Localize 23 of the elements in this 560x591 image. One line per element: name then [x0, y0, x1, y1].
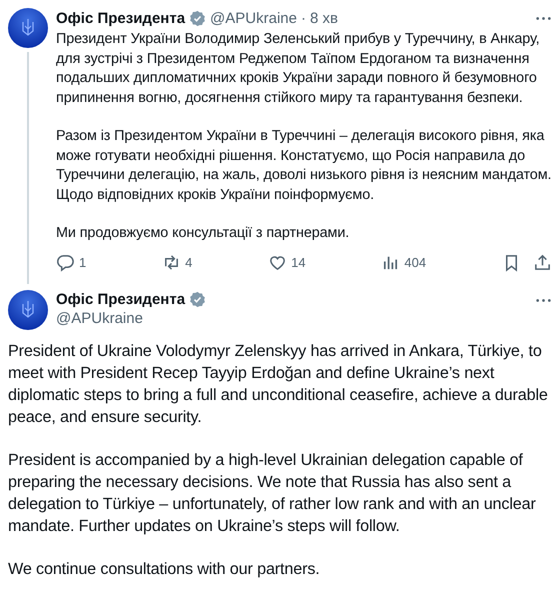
separator: ·	[300, 10, 306, 26]
post-paragraph: Президент України Володимир Зеленський прибув у Туреччину, в Анкару, для зустрічі з Президентом Реджепом Таїпом Ердоганом та визначення подальших дипломатичних кроків України заради повного й безумовного припинення вогню, досягнення стійкого миру та гарантування безпеки.	[56, 30, 541, 108]
speech-bubble-icon	[56, 252, 75, 272]
post-paragraph: President of Ukraine Volodymyr Zelenskyy has arrived in Ankara, Türkiye, to meet with President Recep Tayyip Erdoğan and define Ukraine’s next diplomatic steps to bring a full and unconditional ceasefire, achieve a durable peace, and ensure security.	[8, 340, 549, 428]
share-button[interactable]	[532, 252, 552, 272]
avatar-icon[interactable]	[8, 8, 48, 48]
post-paragraph: We continue consultations with our partners.	[8, 558, 321, 580]
share-icon	[532, 252, 552, 272]
post-paragraph: Разом із Президентом України в Туреччині – делегація високого рівня, яка може готувати необхідні рішення. Констатуємо, що Росія направила до Туреччини делегацію, на жаль, доволі низького рівня із неясним мандатом. Щодо відповідних кроків України поінформуємо.	[56, 127, 552, 204]
author-handle[interactable]: @APUkraine	[210, 10, 297, 26]
author-name[interactable]: Офіс Президента	[56, 10, 186, 26]
avatar-icon[interactable]	[8, 290, 48, 330]
views-button[interactable]: 404	[381, 252, 426, 272]
more-options-icon[interactable]	[535, 16, 552, 20]
post-time[interactable]: 8 хв	[310, 10, 338, 26]
post-paragraph: Ми продовжуємо консультації з партнерами.	[56, 224, 350, 243]
like-button[interactable]: 14	[268, 252, 306, 272]
author-handle[interactable]: @APUkraine	[56, 310, 206, 326]
reply-button[interactable]: 1	[56, 252, 86, 272]
more-options-icon[interactable]	[535, 298, 552, 302]
repost-button[interactable]: 4	[162, 252, 192, 272]
author-name[interactable]: Офіс Президента	[56, 291, 186, 308]
post-paragraph: President is accompanied by a high-level Ukrainian delegation capable of preparing the necessary decisions. We note that Russia has also sent a delegation to Türkiye – unfortunately, of rather low rank and with an unclear mandate. Further updates on Ukraine’s steps will follow.	[8, 450, 537, 536]
